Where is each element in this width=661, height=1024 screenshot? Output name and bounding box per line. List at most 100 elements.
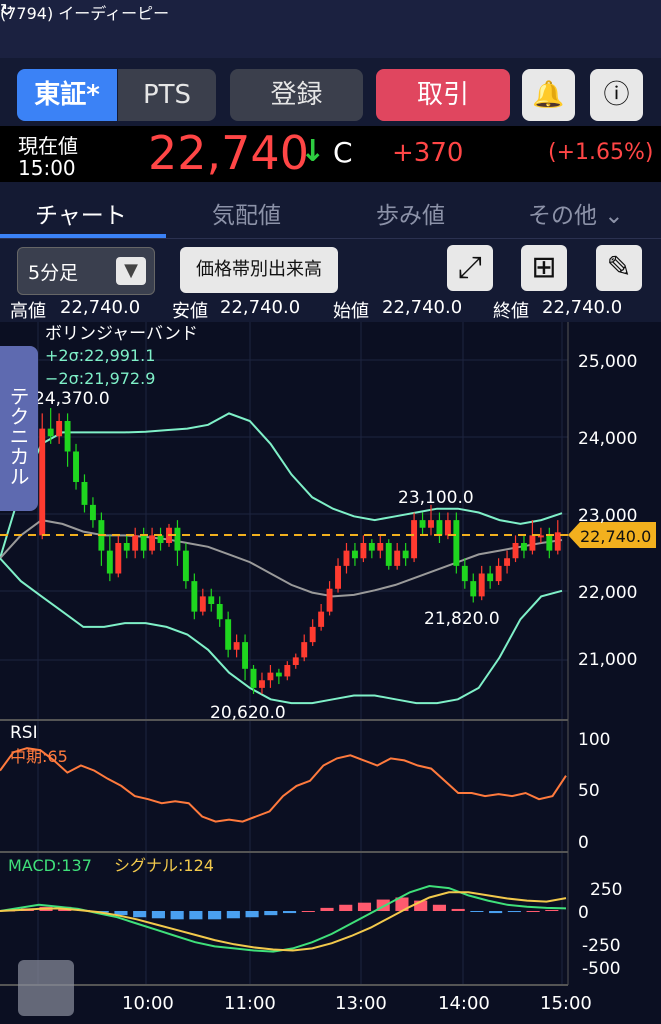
candle-body — [546, 535, 553, 551]
time-tick: 15:00 — [540, 993, 592, 1014]
candle-body — [495, 565, 502, 582]
candle-body — [115, 543, 122, 574]
macd-histogram-bar — [245, 911, 259, 918]
price-tick: 21,000 — [578, 650, 637, 670]
candle-body — [174, 527, 181, 551]
macd-histogram-bar — [264, 911, 278, 916]
price-tick: 23,000 — [578, 506, 637, 526]
time-tick: 14:00 — [438, 993, 490, 1014]
candle-body — [123, 543, 130, 551]
candle-body — [191, 581, 198, 612]
macd-title: MACD:137 — [8, 856, 92, 875]
bollinger-lower: −2σ:21,972.9 — [45, 369, 155, 388]
candle-body — [242, 642, 249, 669]
rsi-tick: 100 — [578, 730, 610, 750]
candle-body — [106, 550, 113, 574]
macd-histogram-bar — [226, 911, 240, 919]
fullscreen-toggle-icon[interactable] — [18, 960, 74, 1016]
macd-histogram-bar — [545, 909, 559, 911]
candle-body — [81, 482, 88, 505]
candle-body — [419, 520, 426, 528]
candle-body — [478, 573, 485, 597]
technical-side-tab[interactable]: テクニカル — [0, 346, 38, 511]
rsi-period: 中期:65 — [10, 747, 68, 766]
macd-histogram-bar — [151, 911, 165, 919]
candle-body — [512, 543, 519, 559]
candle-body — [199, 596, 206, 612]
macd-histogram-bar — [526, 911, 540, 912]
current-price-tag-label: 22,740.0 — [580, 527, 651, 546]
macd-signal-title: シグナル:124 — [114, 856, 214, 875]
candle-body — [521, 543, 527, 551]
candle-body — [182, 550, 189, 582]
candle-body — [309, 626, 316, 643]
price-tick: 24,000 — [578, 429, 637, 449]
macd-histogram-bar — [432, 904, 446, 911]
candle-body — [385, 543, 392, 566]
macd-histogram-bar — [507, 911, 521, 913]
candle-body — [250, 668, 257, 688]
macd-tick: -500 — [582, 959, 621, 979]
bollinger-upper: +2σ:22,991.1 — [45, 346, 155, 365]
annotation-low1: 20,620.0 — [210, 703, 286, 723]
candle-body — [140, 535, 147, 551]
technical-label: テクニカル — [6, 386, 30, 486]
candle-body — [292, 657, 299, 665]
macd-histogram-bar — [489, 911, 503, 914]
candle-body — [453, 520, 460, 566]
rsi-tick: 50 — [578, 781, 600, 801]
macd-histogram-bar — [133, 911, 147, 918]
candle-body — [368, 543, 375, 551]
candle-body — [428, 520, 434, 528]
candle-body — [225, 619, 232, 650]
annotation-high: 23,100.0 — [398, 488, 474, 508]
candle-body — [529, 535, 536, 551]
macd-histogram-bar — [339, 904, 353, 911]
candle-body — [284, 665, 291, 677]
macd-histogram-bar — [301, 911, 315, 912]
macd-tick: 0 — [578, 903, 589, 923]
macd-histogram-bar — [170, 911, 184, 920]
chart-canvas[interactable]: 22,740.0 ボリンジャーバンド +2σ:22,991.1 −2σ:21,9… — [0, 0, 661, 1024]
candle-body — [149, 535, 156, 551]
macd-histogram-bar — [208, 911, 222, 920]
candle-body — [132, 535, 139, 551]
candle-body — [444, 520, 451, 536]
bollinger-title: ボリンジャーバンド — [45, 324, 198, 344]
time-tick: 13:00 — [335, 993, 387, 1014]
candle-body — [487, 573, 494, 582]
macd-tick: -250 — [582, 936, 621, 956]
macd-histogram-bar — [470, 911, 484, 912]
candle-body — [504, 558, 511, 566]
candle-body — [47, 428, 54, 437]
candle-body — [402, 550, 409, 559]
macd-histogram-bar — [189, 911, 203, 920]
candle-body — [411, 520, 418, 559]
candle-body — [470, 581, 477, 597]
candle-body — [461, 565, 468, 582]
candle-body — [275, 672, 282, 677]
candle-body — [318, 611, 325, 627]
candle-body — [360, 543, 367, 559]
annotation-low2: 21,820.0 — [424, 609, 500, 629]
candle-body — [73, 451, 79, 482]
rsi-tick: 0 — [578, 833, 589, 853]
candle-body — [326, 588, 333, 612]
candle-body — [89, 504, 96, 521]
candle-body — [157, 535, 164, 543]
candle-body — [39, 428, 46, 536]
rsi-title: RSI — [10, 723, 38, 743]
time-tick: 11:00 — [224, 993, 276, 1014]
candle-body — [233, 642, 240, 650]
time-tick: 10:00 — [122, 993, 174, 1014]
candle-body — [554, 532, 561, 551]
macd-histogram-bar — [283, 911, 297, 914]
macd-histogram-bar — [320, 907, 334, 911]
candle-body — [394, 550, 401, 566]
candle-body — [64, 421, 71, 452]
candle-body — [436, 520, 443, 536]
candle-body — [267, 672, 274, 681]
macd-tick: 250 — [590, 880, 622, 900]
macd-histogram-bar — [451, 908, 465, 911]
candle-body — [343, 550, 350, 566]
